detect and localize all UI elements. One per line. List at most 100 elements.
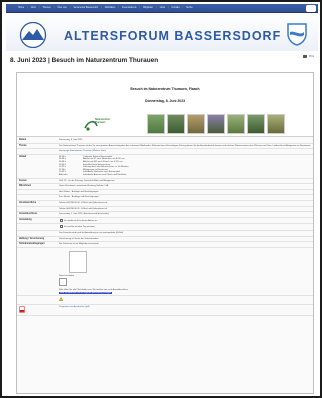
row-value-text: Ich melde mich für diesen Anlass an <box>64 219 98 222</box>
nav-separator: | <box>69 7 71 9</box>
nav-separator: | <box>38 7 40 9</box>
nav-separator: | <box>101 7 102 9</box>
row-value-text: Frau Muster · Ausflüge und Besichtigunge… <box>59 196 99 199</box>
row-value: Ich möchte mit dem Zug anreisen <box>57 224 313 230</box>
mountain-logo-icon[interactable] <box>18 22 48 48</box>
nav-separator: | <box>182 7 184 9</box>
document-thumbnail[interactable] <box>69 250 87 273</box>
row-value: Telefon 044 836 00 00 · E-Mail: info@alt… <box>57 201 313 206</box>
event-date: Donnerstag, 8. Juni 2023 <box>145 99 185 103</box>
row-label: Thema <box>19 144 27 147</box>
nav-item[interactable]: Mitglieder <box>143 6 153 10</box>
row-label: Teilnahmebedingungen <box>19 243 45 246</box>
schedule-time: Alternativ <box>59 173 68 176</box>
nav-separator: | <box>156 7 157 9</box>
row-label: Datum <box>19 139 27 141</box>
site-banner: ALTERSFORUM BASSERSDORF <box>6 13 318 51</box>
nav-item[interactable]: Suche <box>186 6 193 10</box>
row-value-text: Telefon 044 836 00 01 · E-Mail: info@alt… <box>59 207 108 210</box>
row-value-text: Telefon 044 836 00 00 · E-Mail: info@alt… <box>59 201 108 204</box>
pdf-icon[interactable] <box>19 306 25 313</box>
nav-separator: | <box>27 7 28 9</box>
browser-frame: Home | Infos | Themen | Über uns | Seniorenrat B… <box>0 0 322 398</box>
table-row: Ich möchte mit dem Zug anreisen <box>17 224 313 231</box>
pdf-row: Programm zum Ausdrucken (pdf) <box>17 305 313 316</box>
row-value: Das Naturzentrum Thurauen ist das Tor zu… <box>59 144 311 147</box>
photo-river <box>247 114 265 134</box>
row-value: Ich melde mich für diesen Anlass an <box>57 218 313 224</box>
photo-landscape <box>267 114 285 134</box>
row-label <box>17 190 57 195</box>
nav-separator: | <box>118 7 119 9</box>
nav-separator: | <box>168 7 169 9</box>
upload-box[interactable] <box>59 278 67 287</box>
nav-separator: | <box>139 7 141 9</box>
row-value-text: Versicherung ist Sache der Teilnehmenden <box>59 237 99 240</box>
nav-item[interactable]: Freundeskreis <box>122 6 137 10</box>
print-button[interactable]: Print <box>303 55 314 58</box>
row-value: Versicherung ist Sache der Teilnehmenden <box>57 237 313 242</box>
naturzentrum-label: Naturzentrum Thurauen <box>95 119 110 124</box>
site-brand[interactable]: ALTERSFORUM BASSERSDORF <box>64 29 281 43</box>
photo-meadow <box>147 114 165 134</box>
row-value: Telefon 044 836 00 01 · E-Mail: info@alt… <box>57 207 313 212</box>
photo-strip: Naturzentrum Thurauen <box>23 114 307 136</box>
row-value: CHF 15.– für die Führung; Zusätzlich Bil… <box>57 179 313 184</box>
footer-row: Datei hochladen Bitte füllen Sie alle Pf… <box>17 248 313 297</box>
row-label: Mitnehmen <box>19 185 32 188</box>
row-label <box>17 224 57 230</box>
row-value-text: Die Teilnahme ist auf Mitglieder beschrä… <box>59 243 99 246</box>
row-label: Anmeldung <box>19 218 32 221</box>
table-row: Anmeldung Ich melde mich für diesen Anlas… <box>17 218 313 225</box>
schedule-text: Individuelle Anreise nach Flaach und Rüc… <box>83 173 127 176</box>
nav-item[interactable]: Über uns <box>57 6 66 10</box>
row-value-text: Das Formular wird nach der Anmeldung an … <box>59 231 124 234</box>
nav-item[interactable]: Themen <box>42 6 50 10</box>
homepage-link[interactable]: Homepage Naturzentrum Thurauen (Weitere … <box>57 149 313 154</box>
row-label: Anmeldeschluss <box>19 213 38 216</box>
page-title-row: 8. Juni 2023 | Besuch im Naturzentrum Th… <box>8 54 318 68</box>
crest-icon <box>306 5 316 12</box>
footer-note: Bitte füllen Sie alle Pflichtfelder aus.… <box>59 288 129 291</box>
row-value-text: Gutes Schuhwerk, wetterfeste Kleidung, H… <box>59 185 109 188</box>
photo-insect <box>227 114 245 134</box>
row-label: Haftung / Versicherung <box>19 237 45 240</box>
row-value: Frau Muster · Ausflüge und Besichtigunge… <box>57 195 313 200</box>
row-value-text: CHF 15.– für die Führung; Zusätzlich Bil… <box>59 179 115 182</box>
printer-icon <box>303 55 308 58</box>
row-value: Die Teilnahme ist auf Mitglieder beschrä… <box>57 242 313 247</box>
photo-bird <box>167 114 185 134</box>
row-label <box>17 149 57 154</box>
highlighted-link[interactable]: Bitte um Ausfüllen mit der eigenen Anmel… <box>59 291 113 294</box>
nav-item[interactable]: Aktivitäten <box>105 6 116 10</box>
row-label: Kosten <box>19 179 27 182</box>
nav-separator: | <box>53 7 55 9</box>
row-label: Verantwortliche <box>19 201 37 204</box>
photo-orchid <box>207 114 225 134</box>
event-header: Besuch im Naturzentrum Thurauen, Flaach … <box>17 73 313 137</box>
row-value-text: Ich möchte mit dem Zug anreisen <box>64 226 95 229</box>
row-value: Herr Muster · Ausflüge und Besichtigunge… <box>57 190 313 195</box>
row-label <box>17 195 57 200</box>
row-value-text: Herr Muster · Ausflüge und Besichtigunge… <box>59 190 99 193</box>
photo-grass <box>187 114 205 134</box>
row-value: Gutes Schuhwerk, wetterfeste Kleidung, H… <box>57 184 313 189</box>
row-label <box>17 207 57 212</box>
nav-item[interactable]: Home <box>18 6 24 10</box>
row-label <box>17 231 57 236</box>
nav-item[interactable]: Seniorenrat Bassersdorf <box>73 6 98 10</box>
schedule-item: Alternativ Individuelle Anreise nach Flaa… <box>59 174 311 177</box>
signup-checkbox[interactable] <box>60 218 63 222</box>
event-content: Besuch im Naturzentrum Thurauen, Flaach … <box>16 72 314 394</box>
nav-item[interactable]: Infos <box>31 6 36 10</box>
nav-item[interactable]: Links <box>160 6 165 10</box>
event-title: Besuch im Naturzentrum Thurauen, Flaach <box>130 87 200 91</box>
print-label: Print <box>309 55 314 58</box>
row-value-text: Donnerstag, 1. Juni 2023 (Teilnehmerzahl… <box>59 213 109 216</box>
nav-item[interactable]: Kontakt <box>172 6 180 10</box>
warning-icon <box>59 297 63 301</box>
signup-checkbox[interactable] <box>60 225 63 229</box>
schedule-row: Ablauf 08.30 h Treffpunkt Bahnhof Bassers… <box>17 155 313 179</box>
schedule-list: 08.30 h Treffpunkt Bahnhof Bassersdorf 08.… <box>57 155 313 178</box>
pdf-link[interactable]: Programm zum Ausdrucken (pdf) <box>59 306 90 308</box>
